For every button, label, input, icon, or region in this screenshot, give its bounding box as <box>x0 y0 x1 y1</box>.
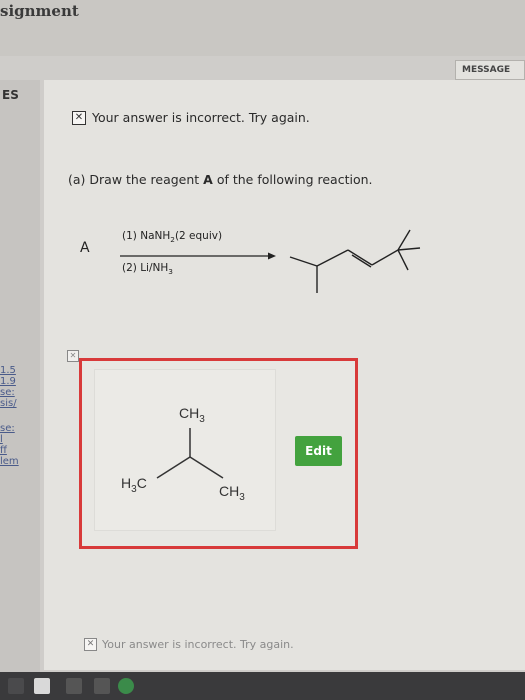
browser-icon[interactable] <box>118 678 134 694</box>
x-icon: ✕ <box>72 110 86 125</box>
edit-button[interactable]: Edit <box>295 436 342 466</box>
taskbar-icon[interactable] <box>94 678 110 694</box>
messages-button[interactable]: MESSAGE <box>455 60 525 80</box>
question-prefix: Draw the reagent <box>89 172 204 187</box>
feedback-message-bottom: ✕ Your answer is incorrect. Try again. <box>84 638 294 651</box>
top-bar: signment <box>0 0 525 56</box>
reaction-arrow-head <box>268 252 276 260</box>
reaction-scheme <box>120 229 421 293</box>
answer-structure: CH3 H3C CH3 <box>121 405 245 503</box>
app-title: signment <box>0 2 79 20</box>
question-text: (a) Draw the reagent A of the following … <box>68 172 373 187</box>
question-suffix: of the following reaction. <box>212 172 373 187</box>
taskbar-icon[interactable] <box>8 678 24 694</box>
feedback-message-top: ✕ Your answer is incorrect. Try again. <box>72 110 310 125</box>
feedback-text: Your answer is incorrect. Try again. <box>102 638 294 651</box>
answer-panel: CH3 H3C CH3 Edit <box>79 358 358 549</box>
taskbar-icon[interactable] <box>66 678 82 694</box>
sidebar-links: 1.5 1.9 se: sis/ se: l ff lem <box>0 365 19 468</box>
sidebar-link[interactable]: lem <box>0 456 19 468</box>
feedback-text: Your answer is incorrect. Try again. <box>92 110 310 125</box>
taskbar-icon[interactable] <box>34 678 50 694</box>
question-part: (a) <box>68 172 86 187</box>
drawing-canvas[interactable]: CH3 H3C CH3 <box>94 369 276 531</box>
reaction-reagent-label: A <box>80 240 90 256</box>
ch3-right: CH3 <box>219 483 245 503</box>
sidebar-section-label: ES <box>2 88 19 102</box>
taskbar <box>0 672 525 700</box>
product-structure <box>289 229 421 293</box>
answer-remove-icon[interactable]: ✕ <box>67 350 79 362</box>
ch3-top: CH3 <box>179 405 205 425</box>
x-icon: ✕ <box>84 638 97 651</box>
question-reagent: A <box>203 172 213 187</box>
sidebar-link[interactable]: se: <box>0 423 19 435</box>
sidebar-link[interactable]: sis/ <box>0 398 19 410</box>
h3c-left: H3C <box>121 475 147 495</box>
